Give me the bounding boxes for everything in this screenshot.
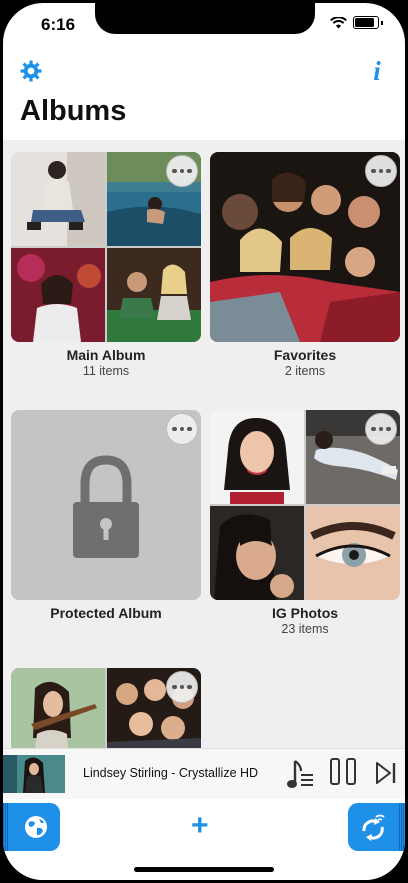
album-count: 11 items xyxy=(82,364,130,378)
app-screen: 6:16 i Albums Main Album 11 items Favori… xyxy=(3,3,405,880)
photo-thumb xyxy=(11,248,105,342)
notch xyxy=(95,3,315,34)
home-indicator xyxy=(134,867,274,872)
album-thumbnail[interactable] xyxy=(11,410,201,600)
photo-thumb xyxy=(107,248,201,342)
album-name: Favorites xyxy=(273,347,337,363)
album-main[interactable]: Main Album 11 items xyxy=(11,152,201,378)
battery-tip xyxy=(381,20,383,25)
music-note-list-icon xyxy=(287,760,313,788)
album-favorites[interactable]: Favorites 2 items xyxy=(210,152,400,378)
status-time: 6:16 xyxy=(41,15,76,34)
tab-stripes xyxy=(399,803,405,851)
wifi-sync-button[interactable] xyxy=(348,803,405,851)
album-more-button[interactable] xyxy=(166,671,198,703)
album-protected[interactable]: Protected Album xyxy=(11,410,201,621)
tab-stripes xyxy=(3,803,9,851)
skip-next-icon xyxy=(376,762,396,784)
photo-thumb xyxy=(306,506,400,600)
album-count: 2 items xyxy=(284,364,326,378)
album-name: IG Photos xyxy=(271,605,339,621)
pause-icon xyxy=(330,758,356,785)
wifi-icon xyxy=(330,16,347,28)
nav-bar: i xyxy=(3,49,405,93)
album-fifth[interactable] xyxy=(11,668,201,748)
photo-thumb xyxy=(210,410,304,504)
album-count: 23 items xyxy=(281,622,329,636)
browser-tab-button[interactable] xyxy=(3,803,60,851)
info-button[interactable]: i xyxy=(363,56,391,86)
status-bar: 6:16 xyxy=(3,3,405,49)
album-name: Main Album xyxy=(66,347,146,363)
albums-grid[interactable]: Main Album 11 items Favorites 2 items Pr… xyxy=(3,140,405,748)
album-ig-photos[interactable]: IG Photos 23 items xyxy=(210,410,400,636)
device-frame: 6:16 i Albums Main Album 11 items Favori… xyxy=(0,0,408,883)
add-album-button[interactable]: + xyxy=(191,811,209,841)
track-title: Lindsey Stirling - Crystallize HD xyxy=(83,766,259,780)
mini-player[interactable]: Lindsey Stirling - Crystallize HD xyxy=(3,748,405,800)
pause-button[interactable] xyxy=(329,757,357,792)
settings-button[interactable] xyxy=(17,57,45,85)
album-thumbnail[interactable] xyxy=(210,152,400,342)
album-more-button[interactable] xyxy=(166,413,198,445)
album-more-button[interactable] xyxy=(365,413,397,445)
photo-thumb xyxy=(11,668,105,748)
photo-thumb xyxy=(210,506,304,600)
wifi-sync-icon xyxy=(361,814,385,841)
album-more-button[interactable] xyxy=(166,155,198,187)
tab-bar: + xyxy=(3,799,405,880)
playlist-button[interactable] xyxy=(285,757,315,796)
album-thumbnail[interactable] xyxy=(11,152,201,342)
album-thumbnail[interactable] xyxy=(210,410,400,600)
track-artwork xyxy=(3,755,65,793)
gear-icon xyxy=(20,60,42,82)
page-title: Albums xyxy=(20,95,127,127)
photo-thumb xyxy=(11,152,105,246)
status-icons xyxy=(330,16,383,29)
album-more-button[interactable] xyxy=(365,155,397,187)
battery-icon xyxy=(353,16,379,29)
next-track-button[interactable] xyxy=(375,761,397,790)
album-thumbnail[interactable] xyxy=(11,668,201,748)
album-name: Protected Album xyxy=(50,605,162,621)
globe-icon xyxy=(24,816,47,838)
